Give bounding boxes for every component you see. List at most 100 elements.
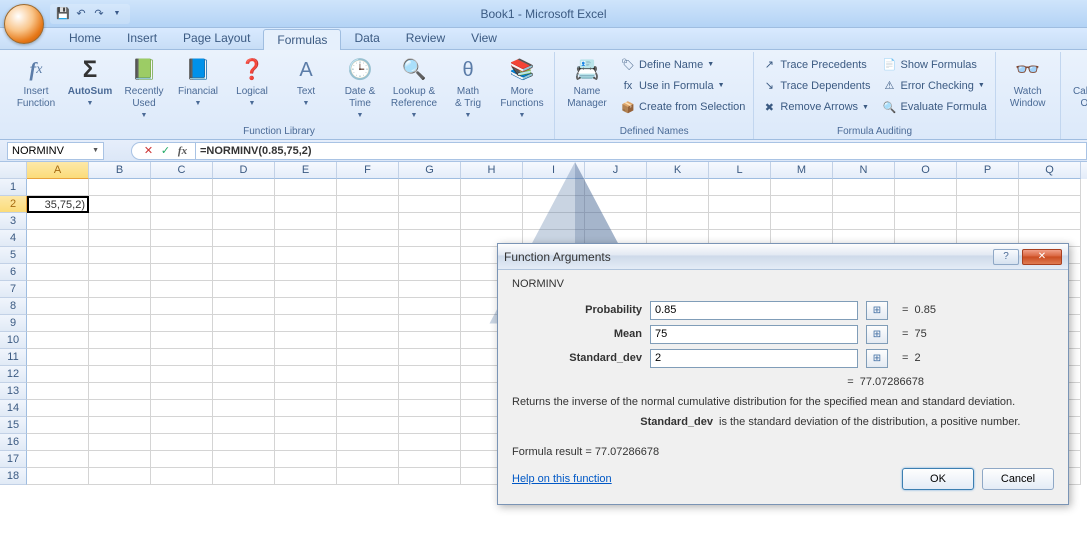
cell-B7[interactable] (89, 281, 151, 298)
col-header-Q[interactable]: Q (1019, 162, 1081, 179)
range-picker-icon[interactable]: ⊞ (866, 301, 888, 320)
cell-O1[interactable] (895, 179, 957, 196)
cell-E3[interactable] (275, 213, 337, 230)
cell-E15[interactable] (275, 417, 337, 434)
cell-L2[interactable] (709, 196, 771, 213)
col-header-N[interactable]: N (833, 162, 895, 179)
trace-dependents-button[interactable]: ↘Trace Dependents (760, 76, 872, 96)
cell-D17[interactable] (213, 451, 275, 468)
tab-home[interactable]: Home (56, 28, 114, 49)
arg-input-standard_dev[interactable] (650, 349, 858, 368)
name-box[interactable]: NORMINV ▼ (7, 142, 104, 160)
ribbon-insert-function-button[interactable]: fxInsert Function (10, 54, 62, 112)
cell-P2[interactable] (957, 196, 1019, 213)
arg-input-mean[interactable] (650, 325, 858, 344)
cell-E13[interactable] (275, 383, 337, 400)
show-formulas-button[interactable]: 📄Show Formulas (880, 55, 988, 75)
cell-B2[interactable] (89, 196, 151, 213)
close-icon[interactable]: ✕ (1022, 249, 1062, 265)
cell-F4[interactable] (337, 230, 399, 247)
ribbon-logical-button[interactable]: ❓Logical▼ (226, 54, 278, 112)
cell-A15[interactable] (27, 417, 89, 434)
cell-F17[interactable] (337, 451, 399, 468)
cell-G16[interactable] (399, 434, 461, 451)
cell-E11[interactable] (275, 349, 337, 366)
cell-B6[interactable] (89, 264, 151, 281)
row-header-14[interactable]: 14 (0, 400, 27, 417)
row-header-2[interactable]: 2 (0, 196, 27, 213)
cell-A12[interactable] (27, 366, 89, 383)
cell-D14[interactable] (213, 400, 275, 417)
cell-D7[interactable] (213, 281, 275, 298)
range-picker-icon[interactable]: ⊞ (866, 325, 888, 344)
cell-B13[interactable] (89, 383, 151, 400)
cell-C14[interactable] (151, 400, 213, 417)
cell-N2[interactable] (833, 196, 895, 213)
cell-E8[interactable] (275, 298, 337, 315)
col-header-P[interactable]: P (957, 162, 1019, 179)
cell-E7[interactable] (275, 281, 337, 298)
cell-A10[interactable] (27, 332, 89, 349)
row-header-15[interactable]: 15 (0, 417, 27, 434)
cell-G4[interactable] (399, 230, 461, 247)
cell-C5[interactable] (151, 247, 213, 264)
ok-button[interactable]: OK (902, 468, 974, 490)
row-header-9[interactable]: 9 (0, 315, 27, 332)
cell-D3[interactable] (213, 213, 275, 230)
enter-formula-icon[interactable]: ✓ (157, 144, 174, 157)
cell-D18[interactable] (213, 468, 275, 485)
trace-precedents-button[interactable]: ↗Trace Precedents (760, 55, 872, 75)
tab-insert[interactable]: Insert (114, 28, 170, 49)
row-header-17[interactable]: 17 (0, 451, 27, 468)
ribbon-recently-used-button[interactable]: 📗Recently Used▼ (118, 54, 170, 124)
cell-B18[interactable] (89, 468, 151, 485)
calculation-options-button[interactable]: 🗒 Calculation Options ▼ (1067, 54, 1087, 124)
cell-C2[interactable] (151, 196, 213, 213)
cell-B5[interactable] (89, 247, 151, 264)
cell-E10[interactable] (275, 332, 337, 349)
cell-L1[interactable] (709, 179, 771, 196)
row-header-5[interactable]: 5 (0, 247, 27, 264)
cell-G6[interactable] (399, 264, 461, 281)
cell-Q1[interactable] (1019, 179, 1081, 196)
chevron-down-icon[interactable]: ▼ (92, 147, 99, 154)
cell-B15[interactable] (89, 417, 151, 434)
ribbon-date-time-button[interactable]: 🕒Date & Time▼ (334, 54, 386, 124)
cell-N1[interactable] (833, 179, 895, 196)
cell-Q2[interactable] (1019, 196, 1081, 213)
cell-D9[interactable] (213, 315, 275, 332)
cell-D15[interactable] (213, 417, 275, 434)
cell-G10[interactable] (399, 332, 461, 349)
cancel-formula-icon[interactable]: ✕ (140, 144, 157, 157)
cell-F11[interactable] (337, 349, 399, 366)
cell-A14[interactable] (27, 400, 89, 417)
cell-B8[interactable] (89, 298, 151, 315)
row-header-13[interactable]: 13 (0, 383, 27, 400)
cancel-button[interactable]: Cancel (982, 468, 1054, 490)
cell-C17[interactable] (151, 451, 213, 468)
cell-C13[interactable] (151, 383, 213, 400)
cell-B9[interactable] (89, 315, 151, 332)
cell-E9[interactable] (275, 315, 337, 332)
col-header-D[interactable]: D (213, 162, 275, 179)
cell-A4[interactable] (27, 230, 89, 247)
cell-B4[interactable] (89, 230, 151, 247)
cell-B1[interactable] (89, 179, 151, 196)
cell-F14[interactable] (337, 400, 399, 417)
cell-D6[interactable] (213, 264, 275, 281)
watch-window-button[interactable]: 👓 Watch Window (1002, 54, 1054, 112)
cell-D10[interactable] (213, 332, 275, 349)
cell-M1[interactable] (771, 179, 833, 196)
row-header-8[interactable]: 8 (0, 298, 27, 315)
cell-G17[interactable] (399, 451, 461, 468)
cell-C12[interactable] (151, 366, 213, 383)
evaluate-formula-button[interactable]: 🔍Evaluate Formula (880, 97, 988, 117)
cell-A7[interactable] (27, 281, 89, 298)
cell-G1[interactable] (399, 179, 461, 196)
cell-C8[interactable] (151, 298, 213, 315)
tab-data[interactable]: Data (341, 28, 392, 49)
cell-D12[interactable] (213, 366, 275, 383)
cell-A16[interactable] (27, 434, 89, 451)
row-header-12[interactable]: 12 (0, 366, 27, 383)
cell-G18[interactable] (399, 468, 461, 485)
